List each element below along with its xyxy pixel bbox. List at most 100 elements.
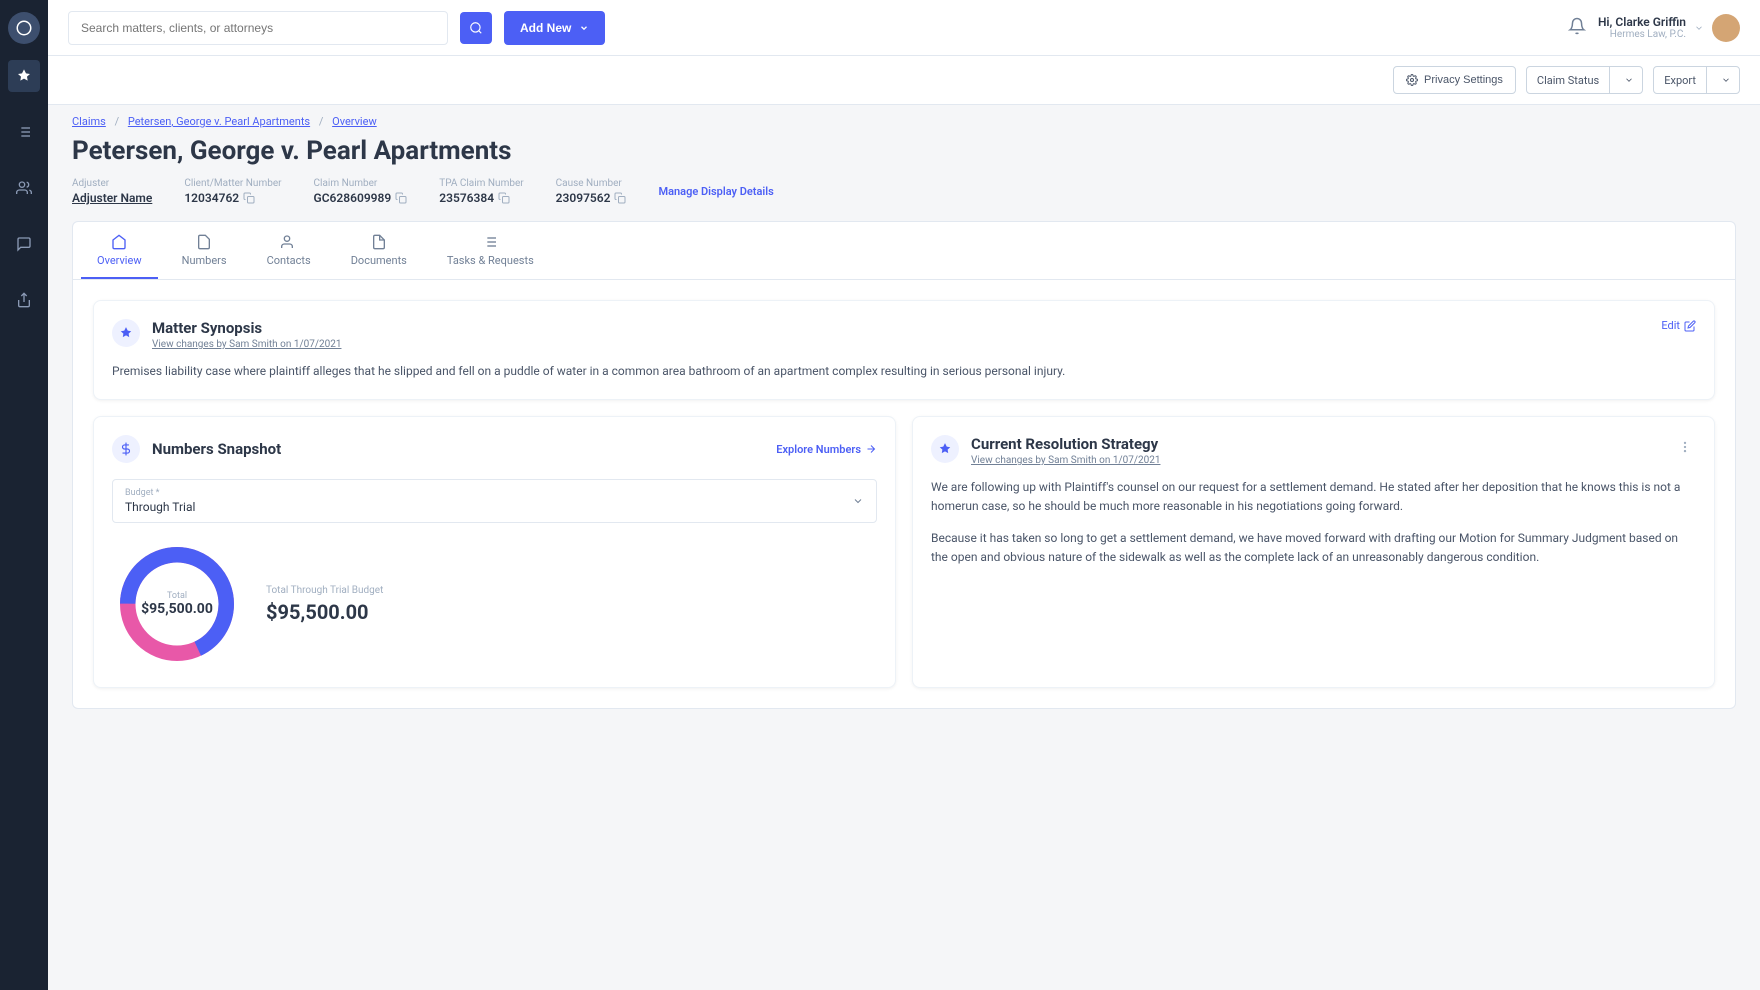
- more-vertical-icon: [1678, 440, 1692, 454]
- adjuster-value[interactable]: Adjuster Name: [72, 191, 152, 205]
- tab-content: Matter Synopsis View changes by Sam Smit…: [72, 279, 1736, 709]
- sidebar-item-list[interactable]: [8, 116, 40, 148]
- meta-label: TPA Claim Number: [439, 178, 523, 189]
- dollar-icon: [112, 435, 140, 463]
- search-button[interactable]: [460, 12, 492, 44]
- arrow-right-icon: [865, 443, 877, 455]
- resolution-p2: Because it has taken so long to get a se…: [931, 529, 1696, 567]
- budget-donut-chart: Total $95,500.00: [112, 539, 242, 669]
- tab-tasks[interactable]: Tasks & Requests: [431, 222, 550, 279]
- user-greeting: Hi, Clarke Griffin: [1598, 15, 1686, 29]
- tab-label: Tasks & Requests: [447, 254, 534, 267]
- chevron-down-icon: [1721, 75, 1731, 85]
- actionbar: Privacy Settings Claim Status Export: [48, 56, 1760, 105]
- meta-value: 12034762: [184, 191, 239, 205]
- adjuster-label: Adjuster: [72, 178, 152, 189]
- manage-display-link[interactable]: Manage Display Details: [658, 185, 773, 198]
- topbar: Add New Hi, Clarke Griffin Hermes Law, P…: [48, 0, 1760, 56]
- synopsis-body: Premises liability case where plaintiff …: [112, 362, 1696, 381]
- list-icon: [482, 234, 498, 250]
- pin-icon: [931, 435, 959, 463]
- copy-icon[interactable]: [614, 192, 626, 204]
- meta-label: Cause Number: [556, 178, 627, 189]
- tab-label: Numbers: [182, 254, 227, 267]
- user-menu[interactable]: Hi, Clarke Griffin Hermes Law, P.C.: [1598, 14, 1740, 42]
- sidebar-item-claims[interactable]: [8, 60, 40, 92]
- synopsis-title: Matter Synopsis: [152, 319, 341, 337]
- resolution-card: Current Resolution Strategy View changes…: [912, 416, 1715, 688]
- copy-icon[interactable]: [243, 192, 255, 204]
- total-label: Total Through Trial Budget: [266, 585, 383, 596]
- people-icon: [281, 234, 297, 250]
- notifications-button[interactable]: [1568, 17, 1586, 39]
- export-label: Export: [1664, 74, 1696, 87]
- tab-documents[interactable]: Documents: [335, 222, 423, 279]
- main-content: Add New Hi, Clarke Griffin Hermes Law, P…: [48, 0, 1760, 990]
- page-header: Petersen, George v. Pearl Apartments Adj…: [48, 128, 1760, 221]
- sidebar-item-chat[interactable]: [8, 228, 40, 260]
- breadcrumb-leaf[interactable]: Overview: [332, 115, 377, 128]
- privacy-settings-button[interactable]: Privacy Settings: [1393, 66, 1516, 94]
- app-logo: [8, 12, 40, 44]
- synopsis-card: Matter Synopsis View changes by Sam Smit…: [93, 300, 1715, 400]
- sidebar-item-share[interactable]: [8, 284, 40, 316]
- explore-numbers-link[interactable]: Explore Numbers: [776, 443, 877, 456]
- numbers-card: Numbers Snapshot Explore Numbers Budget …: [93, 416, 896, 688]
- breadcrumb: Claims / Petersen, George v. Pearl Apart…: [48, 105, 1760, 128]
- home-icon: [111, 234, 127, 250]
- donut-value: $95,500.00: [141, 601, 213, 617]
- sidebar-item-people[interactable]: [8, 172, 40, 204]
- kebab-menu[interactable]: [1674, 435, 1696, 462]
- tab-overview[interactable]: Overview: [81, 222, 158, 279]
- pin-icon: [112, 319, 140, 347]
- meta-value: GC628609989: [314, 191, 392, 205]
- chevron-down-icon: [1624, 75, 1634, 85]
- tab-label: Overview: [97, 254, 142, 267]
- copy-icon[interactable]: [498, 192, 510, 204]
- privacy-label: Privacy Settings: [1424, 74, 1503, 86]
- copy-icon[interactable]: [395, 192, 407, 204]
- meta-value: 23576384: [439, 191, 494, 205]
- edit-icon: [1684, 320, 1696, 332]
- tab-numbers[interactable]: Numbers: [166, 222, 243, 279]
- chevron-down-icon: [1694, 23, 1704, 33]
- page-title: Petersen, George v. Pearl Apartments: [72, 136, 1736, 166]
- budget-select[interactable]: Budget * Through Trial: [112, 479, 877, 523]
- explore-label: Explore Numbers: [776, 443, 861, 456]
- budget-label: Budget *: [125, 488, 195, 498]
- tab-label: Contacts: [267, 254, 311, 267]
- meta-value: 23097562: [556, 191, 611, 205]
- meta-label: Client/Matter Number: [184, 178, 281, 189]
- breadcrumb-item[interactable]: Petersen, George v. Pearl Apartments: [128, 115, 310, 128]
- meta-label: Claim Number: [314, 178, 408, 189]
- tab-label: Documents: [351, 254, 407, 267]
- budget-value: Through Trial: [125, 500, 195, 514]
- claim-status-button[interactable]: Claim Status: [1526, 66, 1643, 94]
- chevron-down-icon: [852, 495, 864, 507]
- edit-button[interactable]: Edit: [1661, 319, 1696, 332]
- user-org: Hermes Law, P.C.: [1598, 29, 1686, 40]
- tabs: Overview Numbers Contacts Documents Task…: [72, 221, 1736, 279]
- file-icon: [371, 234, 387, 250]
- avatar: [1712, 14, 1740, 42]
- total-value: $95,500.00: [266, 600, 383, 624]
- resolution-changes-link[interactable]: View changes by Sam Smith on 1/07/2021: [971, 455, 1160, 466]
- synopsis-changes-link[interactable]: View changes by Sam Smith on 1/07/2021: [152, 339, 341, 350]
- gear-icon: [1406, 74, 1418, 86]
- document-icon: [196, 234, 212, 250]
- add-new-button[interactable]: Add New: [504, 11, 605, 45]
- chevron-down-icon: [579, 23, 589, 33]
- sidebar: [0, 0, 48, 990]
- resolution-p1: We are following up with Plaintiff's cou…: [931, 478, 1696, 516]
- claim-status-label: Claim Status: [1537, 74, 1599, 87]
- tab-contacts[interactable]: Contacts: [251, 222, 327, 279]
- edit-label: Edit: [1661, 319, 1680, 332]
- add-new-label: Add New: [520, 21, 571, 35]
- bell-icon: [1568, 17, 1586, 35]
- search-input[interactable]: [68, 11, 448, 45]
- numbers-title: Numbers Snapshot: [152, 440, 281, 458]
- breadcrumb-root[interactable]: Claims: [72, 115, 106, 128]
- export-button[interactable]: Export: [1653, 66, 1740, 94]
- donut-label: Total: [167, 591, 187, 601]
- search-icon: [469, 21, 483, 35]
